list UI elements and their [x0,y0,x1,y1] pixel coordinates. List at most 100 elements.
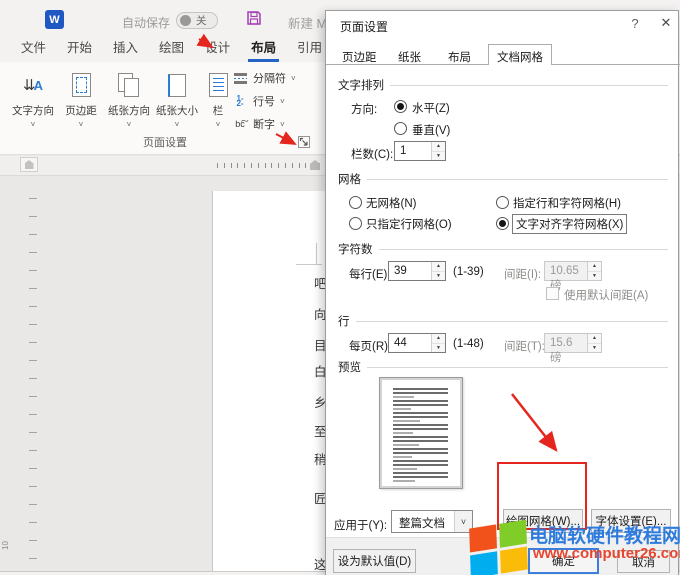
spin-up-icon: ▲ [588,262,601,272]
spin-up-icon: ▲ [588,334,601,344]
lines-per-page-label: 每页(R): [349,338,391,354]
margin-crop-mark [316,243,317,264]
chevron-down-icon: ˅ [280,120,285,129]
word-window: W 自动保存 关 新建 Microsoft Word... ▾ 文件 开始 插入… [0,0,680,575]
spin-up-icon[interactable]: ▲ [432,334,445,344]
spin-down-icon[interactable]: ▼ [432,272,445,281]
margin-crop-mark [296,264,322,265]
spin-down-icon: ▼ [588,344,601,353]
chars-per-line-label: 每行(E): [349,266,391,282]
line-pitch-label: 间距(T): [504,338,545,354]
tab-layout[interactable]: 布局 [248,34,279,62]
preview-page-thumbnail [379,377,463,489]
lines-per-page-spinner[interactable]: 44 ▲▼ [388,333,446,353]
radio-lines-and-chars[interactable] [496,196,509,209]
radio-lines-and-chars-label[interactable]: 指定行和字符网格(H) [513,195,621,211]
char-pitch-spinner: 10.65 磅 ▲▼ [544,261,602,281]
autosave-toggle[interactable]: 关 [176,12,218,29]
radio-snap-to-chars[interactable] [496,217,509,230]
chevron-down-icon: ˅ [31,120,36,129]
columns-button[interactable]: 栏 ˅ [202,68,234,142]
autosave-state: 关 [196,13,207,28]
hyphenation-icon: bc͠ [232,117,248,131]
v-ruler-number: 10 [1,541,10,550]
section-text-flow: 文字排列 [338,77,668,93]
section-characters: 字符数 [338,241,668,257]
tab-design[interactable]: 设计 [202,34,233,62]
use-default-pitch-checkbox[interactable] [546,287,559,300]
spin-up-icon[interactable]: ▲ [432,142,445,152]
breaks-icon [232,71,248,85]
spin-down-icon[interactable]: ▼ [432,344,445,353]
section-preview: 预览 [338,359,668,375]
chars-per-line-spinner[interactable]: 39 ▲▼ [388,261,446,281]
chevron-down-icon[interactable]: ˅ [454,511,472,532]
paper-size-icon [168,70,186,100]
text-direction-icon: ⇊A [23,70,43,100]
columns-spinner[interactable]: 1 ▲▼ [394,141,446,161]
columns-label: 栏数(C): [351,146,393,162]
tab-paper[interactable]: 纸张 [390,47,429,65]
font-settings-button[interactable]: 字体设置(E)... [591,509,671,533]
spin-down-icon: ▼ [588,272,601,281]
help-button[interactable]: ? [625,16,645,34]
text-direction-button[interactable]: ⇊A 文字方向 ˅ [10,68,56,142]
chars-range: (1-39) [453,266,484,278]
lines-range: (1-48) [453,338,484,350]
dialog-title: 页面设置 [340,18,388,35]
radio-lines-only-label[interactable]: 只指定行网格(O) [366,216,452,232]
tab-file[interactable]: 文件 [18,34,49,62]
tab-document-grid[interactable]: 文档网格 [488,44,552,65]
toggle-knob-icon [180,15,191,26]
radio-horizontal[interactable] [394,100,407,113]
apply-to-select[interactable]: 整篇文档 ˅ [391,510,473,533]
section-grid: 网格 [338,171,668,187]
line-pitch-spinner: 15.6 磅 ▲▼ [544,333,602,353]
hyphenation-button[interactable]: bc͠ 断字 ˅ [232,116,296,132]
tab-draw[interactable]: 绘图 [156,34,187,62]
dialog-tab-strip: 页边距 纸张 布局 文档网格 [326,44,680,65]
radio-snap-to-chars-label[interactable]: 文字对齐字符网格(X) [512,214,627,234]
set-default-button[interactable]: 设为默认值(D) [333,549,416,573]
tab-home[interactable]: 开始 [64,34,95,62]
radio-vertical-label[interactable]: 垂直(V) [412,122,450,138]
spin-down-icon[interactable]: ▼ [432,152,445,161]
orientation-button[interactable]: 纸张方向 ˅ [106,68,152,142]
paper-size-button[interactable]: 纸张大小 ˅ [154,68,200,142]
line-numbers-button[interactable]: 1-2- 行号 ˅ [232,93,296,109]
radio-no-grid-label[interactable]: 无网格(N) [366,195,416,211]
tab-layout[interactable]: 布局 [440,47,479,65]
radio-vertical[interactable] [394,122,407,135]
tab-margins[interactable]: 页边距 [334,47,385,65]
chevron-down-icon: ˅ [127,120,132,129]
close-icon[interactable]: ✕ [656,15,676,33]
direction-label: 方向: [351,101,377,117]
breaks-button[interactable]: 分隔符 ˅ [232,70,296,86]
line-numbers-icon: 1-2- [232,94,248,108]
radio-horizontal-label[interactable]: 水平(Z) [412,100,450,116]
apply-to-label: 应用于(Y): [334,517,387,533]
document-page[interactable] [213,191,328,572]
chevron-down-icon: ˅ [79,120,84,129]
use-default-pitch-label[interactable]: 使用默认间距(A) [564,287,648,303]
ok-button[interactable]: 确定 [528,548,599,574]
margins-button[interactable]: 页边距 ˅ [58,68,104,142]
char-pitch-label: 间距(I): [504,266,541,282]
cancel-button[interactable]: 取消 [617,550,670,573]
columns-icon [209,70,228,100]
radio-lines-only[interactable] [349,217,362,230]
group-label: 页面设置 [0,134,330,150]
save-icon[interactable] [246,10,262,29]
chevron-down-icon: ˅ [216,120,221,129]
radio-no-grid[interactable] [349,196,362,209]
tab-insert[interactable]: 插入 [110,34,141,62]
autosave-label: 自动保存 [122,14,170,31]
page-setup-dialog-launcher[interactable] [298,136,310,148]
section-lines: 行 [338,313,668,329]
tab-references[interactable]: 引用 [294,34,325,62]
chevron-down-icon: ˅ [280,97,285,106]
spin-up-icon[interactable]: ▲ [432,262,445,272]
annotation-highlight-rectangle [497,462,587,530]
chevron-down-icon: ˅ [291,74,296,83]
orientation-icon [116,70,142,100]
